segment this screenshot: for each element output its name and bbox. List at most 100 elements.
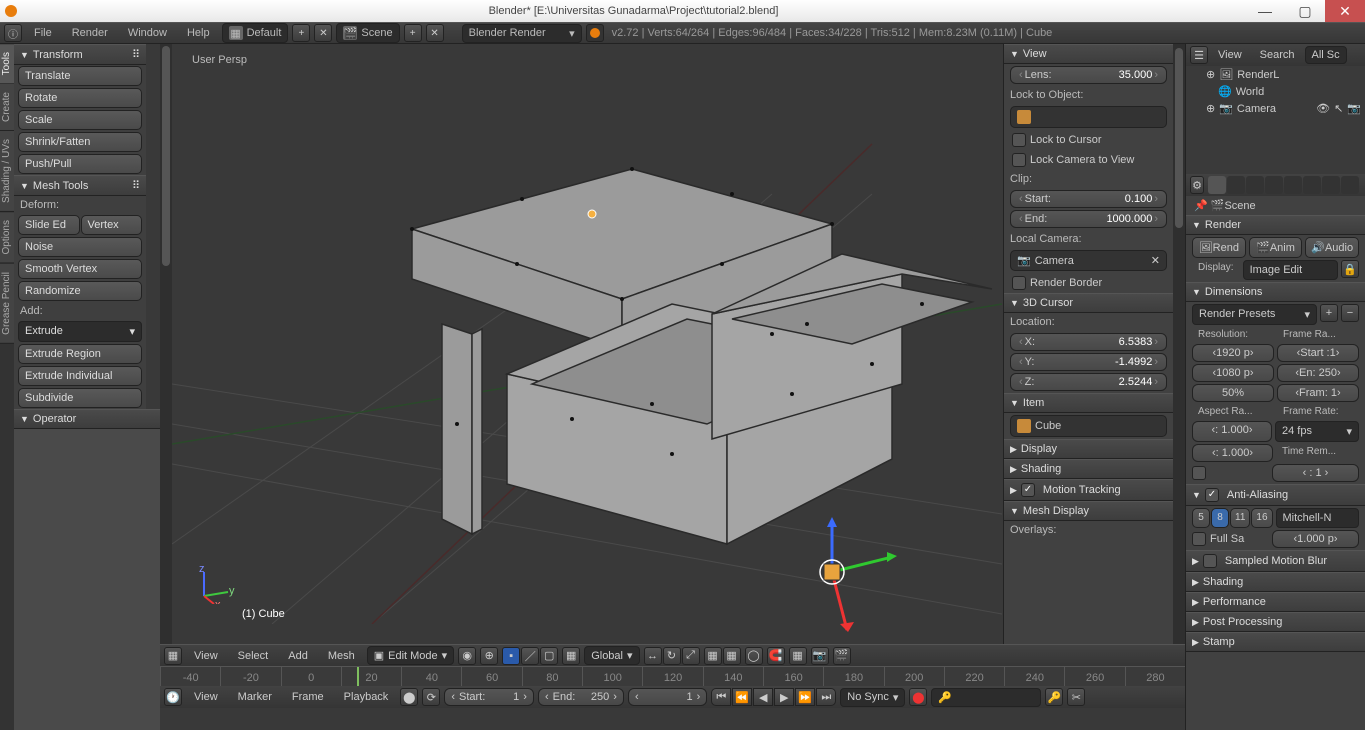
mode-selector[interactable]: ▣Edit Mode▾ — [367, 646, 454, 665]
keying-set-selector[interactable]: 🔑 — [931, 688, 1041, 707]
motion-tracking-checkbox[interactable] — [1021, 483, 1035, 497]
lens-field[interactable]: ‹Lens:35.000› — [1010, 66, 1167, 84]
fps-selector[interactable]: 24 fps▾ — [1275, 421, 1359, 442]
cursor-x-field[interactable]: ‹X:6.5383› — [1010, 333, 1167, 351]
render-preset-selector[interactable]: Render Presets▾ — [1192, 304, 1317, 325]
npanel-motion-header[interactable]: ▶Motion Tracking — [1004, 479, 1173, 501]
play-reverse-icon[interactable]: ◀ — [753, 688, 773, 706]
panel-render-header[interactable]: ▼Render — [1186, 215, 1365, 235]
prop-tab-layers[interactable] — [1227, 176, 1245, 194]
sync-selector[interactable]: No Sync▾ — [840, 688, 905, 707]
lock-camera-checkbox[interactable] — [1012, 153, 1026, 167]
play-icon[interactable]: ▶ — [774, 688, 794, 706]
lock-object-selector[interactable] — [1010, 106, 1167, 128]
clip-end-field[interactable]: ‹End:1000.000› — [1010, 210, 1167, 228]
shrink-fatten-button[interactable]: Shrink/Fatten — [18, 132, 142, 152]
tab-shading-uvs[interactable]: Shading / UVs — [0, 131, 14, 212]
panel-performance-header[interactable]: ▶Performance — [1186, 592, 1365, 612]
scene-selector[interactable]: 🎬 Scene — [336, 23, 399, 43]
outliner-item-world[interactable]: 🌐World — [1186, 83, 1365, 100]
clear-icon[interactable]: ✕ — [1151, 254, 1160, 267]
full-sample-checkbox[interactable] — [1192, 532, 1206, 546]
border-checkbox[interactable] — [1192, 466, 1206, 480]
aa-checkbox[interactable] — [1205, 488, 1219, 502]
tab-tools[interactable]: Tools — [0, 44, 14, 84]
audio-button[interactable]: 🔊Audio — [1305, 237, 1359, 258]
properties-editor-icon[interactable]: ⚙ — [1190, 176, 1204, 194]
tab-grease-pencil[interactable]: Grease Pencil — [0, 264, 14, 344]
start-frame-field[interactable]: ‹Start:1› — [444, 688, 534, 706]
cursor-z-field[interactable]: ‹Z:2.5244› — [1010, 373, 1167, 391]
outliner-editor-icon[interactable]: ☰ — [1190, 46, 1208, 64]
render-button[interactable]: 🖼Rend — [1192, 237, 1246, 258]
record-icon[interactable]: ⬤ — [909, 688, 927, 706]
screen-layout-selector[interactable]: ▦ Default — [222, 23, 289, 43]
aa-samples-16[interactable]: 16 — [1251, 508, 1272, 528]
render-engine-selector[interactable]: Blender Render▾ — [462, 24, 582, 43]
aspect-y-field[interactable]: ‹: 1.000› — [1192, 444, 1273, 462]
tab-options[interactable]: Options — [0, 212, 14, 263]
outliner-item-renderlayers[interactable]: ⊕🖼RenderL — [1186, 66, 1365, 83]
npanel-item-header[interactable]: ▼Item — [1004, 393, 1173, 413]
prop-tab-world[interactable] — [1265, 176, 1283, 194]
info-editor-icon[interactable]: ⓘ — [4, 24, 22, 42]
push-pull-button[interactable]: Push/Pull — [18, 154, 142, 174]
item-name-field[interactable]: Cube — [1010, 415, 1167, 437]
panel-postprocess-header[interactable]: ▶Post Processing — [1186, 612, 1365, 632]
scale-button[interactable]: Scale — [18, 110, 142, 130]
extrude-dropdown[interactable]: Extrude▾ — [18, 321, 142, 342]
delete-layout-button[interactable]: ✕ — [314, 24, 332, 42]
pin-icon[interactable]: 📌 — [1194, 199, 1208, 212]
npanel-shading-header[interactable]: ▶Shading — [1004, 459, 1173, 479]
panel-meshtools-header[interactable]: ▼Mesh Tools⠿ — [14, 175, 146, 196]
end-frame-field[interactable]: ‹End:250› — [538, 688, 624, 706]
tl-menu-marker[interactable]: Marker — [230, 691, 280, 703]
prop-tab-constraint[interactable] — [1303, 176, 1321, 194]
tab-create[interactable]: Create — [0, 84, 14, 131]
panel-operator-header[interactable]: ▼Operator — [14, 409, 160, 429]
prop-tab-render[interactable] — [1208, 176, 1226, 194]
ol-menu-view[interactable]: View — [1210, 49, 1250, 61]
remove-preset-icon[interactable]: − — [1341, 304, 1359, 322]
outliner-display-mode[interactable]: All Sc — [1305, 46, 1347, 64]
playhead[interactable] — [357, 667, 359, 686]
manipulator-scale-icon[interactable]: ⤢ — [682, 647, 700, 665]
panel-stamp-header[interactable]: ▶Stamp — [1186, 632, 1365, 652]
npanel-view-header[interactable]: ▼View — [1004, 44, 1173, 64]
aa-samples-5[interactable]: 5 — [1192, 508, 1210, 528]
render-border-checkbox[interactable] — [1012, 276, 1026, 290]
jump-end-icon[interactable]: ⏭ — [816, 688, 836, 706]
npanel-scrollbar[interactable] — [1173, 44, 1185, 644]
add-preset-icon[interactable]: + — [1320, 304, 1338, 322]
vp-menu-select[interactable]: Select — [230, 650, 277, 662]
pixel-filter-field[interactable]: ‹1.000 p› — [1272, 530, 1359, 548]
panel-smb-header[interactable]: ▶Sampled Motion Blur — [1186, 550, 1365, 572]
outliner-item-camera[interactable]: ⊕📷Camera👁↖📷 — [1186, 100, 1365, 117]
layer-icon[interactable]: ▦ — [723, 647, 741, 665]
minimize-button[interactable]: — — [1245, 0, 1285, 22]
autokey-icon[interactable]: ⬤ — [400, 688, 418, 706]
vertex-slide-button[interactable]: Vertex — [81, 215, 143, 235]
cursor-icon[interactable]: ↖ — [1334, 102, 1343, 115]
opengl-render-icon[interactable]: 📷 — [811, 647, 829, 665]
toolpanel-scrollbar[interactable] — [160, 44, 172, 644]
ol-menu-search[interactable]: Search — [1252, 49, 1303, 61]
timeline-ruler[interactable]: -40-200204060801001201401601802002202402… — [160, 666, 1185, 686]
aa-filter-selector[interactable]: Mitchell-N — [1276, 508, 1359, 528]
noise-button[interactable]: Noise — [18, 237, 142, 257]
aa-samples-11[interactable]: 11 — [1230, 508, 1250, 528]
menu-render[interactable]: Render — [64, 27, 116, 39]
manipulator-translate-icon[interactable]: ↔ — [644, 647, 662, 665]
frame-end-field[interactable]: ‹En: 250› — [1277, 364, 1359, 382]
add-layout-button[interactable]: + — [292, 24, 310, 42]
face-select-icon[interactable]: ▢ — [540, 647, 558, 665]
keyframe-next-icon[interactable]: ⏩ — [795, 688, 815, 706]
keyframe-prev-icon[interactable]: ⏪ — [732, 688, 752, 706]
tl-menu-playback[interactable]: Playback — [336, 691, 397, 703]
pivot-icon[interactable]: ⊕ — [480, 647, 498, 665]
panel-transform-header[interactable]: ▼Transform⠿ — [14, 44, 146, 65]
npanel-meshdisplay-header[interactable]: ▼Mesh Display — [1004, 501, 1173, 521]
3d-viewport[interactable]: User Persp — [172, 44, 1003, 644]
menu-window[interactable]: Window — [120, 27, 175, 39]
aa-samples-8[interactable]: 8 — [1211, 508, 1229, 528]
